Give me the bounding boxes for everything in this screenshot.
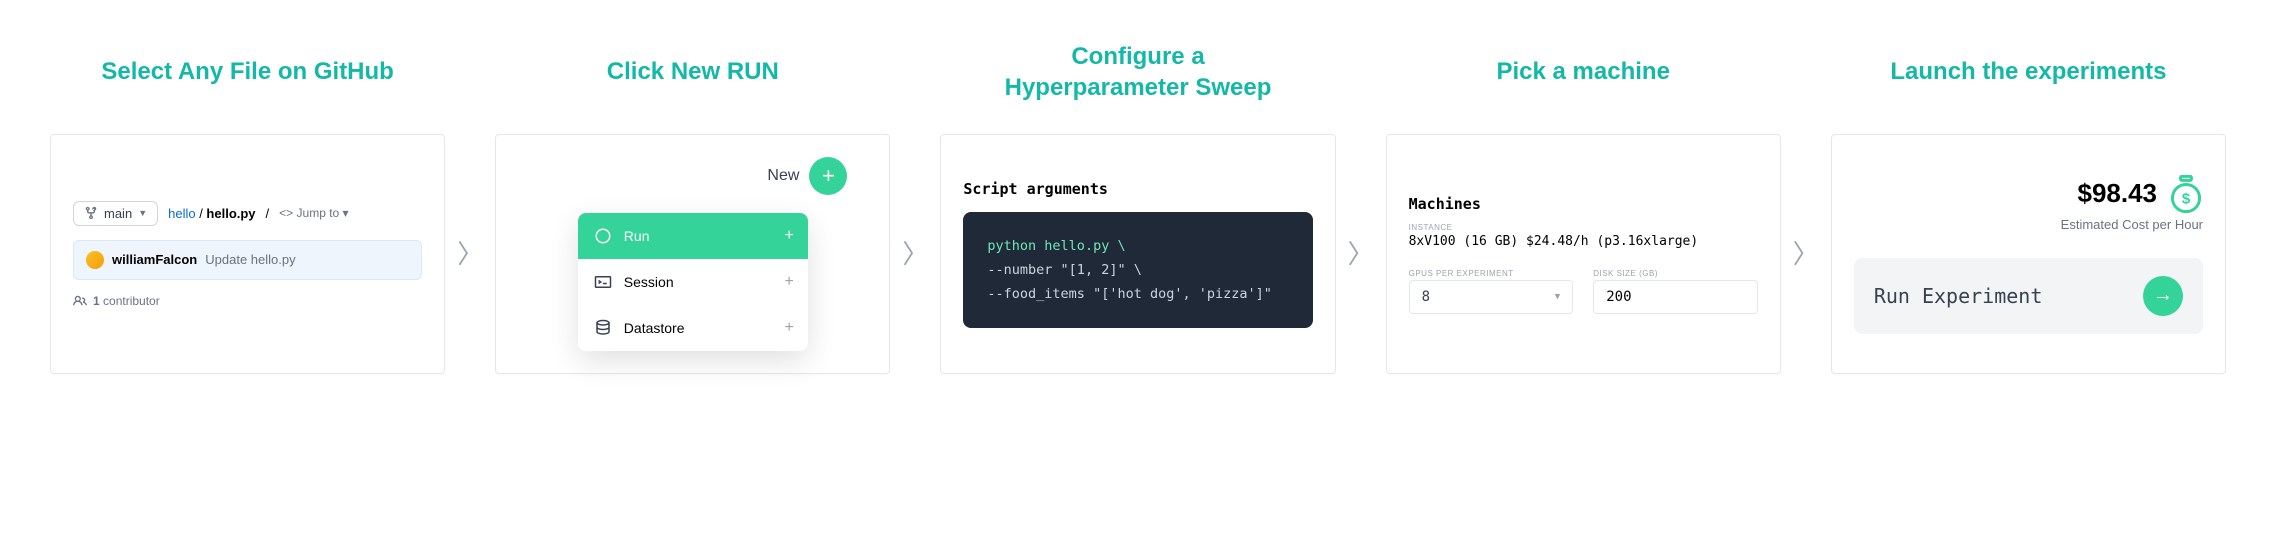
script-card: Script arguments python hello.py \ --num… — [940, 134, 1335, 374]
code-block[interactable]: python hello.py \ --number "[1, 2]" \ --… — [963, 212, 1312, 329]
contributors[interactable]: 1 contributor — [73, 294, 422, 308]
code-line: --number "[1, 2]" \ — [987, 258, 1288, 282]
commit-row[interactable]: williamFalcon Update hello.py — [73, 240, 422, 280]
script-arguments-label: Script arguments — [963, 180, 1312, 198]
instance-field-label: INSTANCE — [1409, 223, 1758, 232]
plus-icon: + — [784, 227, 793, 245]
run-experiment-label: Run Experiment — [1874, 284, 2043, 308]
step-3: Configure a Hyperparameter Sweep Script … — [940, 40, 1335, 374]
commit-message: Update hello.py — [205, 252, 295, 267]
cost-timer-icon: $ — [2169, 175, 2203, 213]
file-path[interactable]: hello / hello.py — [168, 206, 255, 221]
code-line: python hello.py \ — [987, 234, 1288, 258]
menu-item-session[interactable]: Session + — [578, 259, 808, 305]
step-5: Launch the experiments $98.43 $ Estimate… — [1831, 40, 2226, 374]
step-title: Configure a Hyperparameter Sweep — [1005, 40, 1272, 104]
estimated-cost: $98.43 — [2077, 178, 2157, 209]
cost-subtitle: Estimated Cost per Hour — [1854, 217, 2203, 232]
new-button[interactable]: New + — [767, 157, 847, 195]
menu-item-run[interactable]: Run + — [578, 213, 808, 259]
gpus-field-label: GPUS PER EXPERIMENT — [1409, 269, 1574, 278]
chevron-down-icon: ▼ — [138, 208, 147, 218]
step-2: Click New RUN New + Run + Session — [495, 40, 890, 374]
jump-to-link[interactable]: <> Jump to ▾ — [279, 206, 348, 220]
code-line: --food_items "['hot dog', 'pizza']" — [987, 282, 1288, 306]
step-title: Click New RUN — [607, 40, 779, 104]
step-title: Launch the experiments — [1890, 40, 2166, 104]
arrow-icon: 〉 — [1336, 40, 1386, 374]
steps-row: Select Any File on GitHub main ▼ hello /… — [50, 40, 2226, 374]
cost-row: $98.43 $ — [1854, 175, 2203, 213]
step-title: Select Any File on GitHub — [101, 40, 393, 104]
arrow-icon: 〉 — [1781, 40, 1831, 374]
arrow-right-icon: → — [2143, 276, 2183, 316]
session-icon — [594, 273, 612, 291]
new-menu: Run + Session + Datastore + — [578, 213, 808, 351]
launch-card: $98.43 $ Estimated Cost per Hour Run Exp… — [1831, 134, 2226, 374]
datastore-icon — [594, 319, 612, 337]
svg-text:$: $ — [2182, 190, 2191, 207]
menu-item-datastore[interactable]: Datastore + — [578, 305, 808, 351]
arrow-icon: 〉 — [890, 40, 940, 374]
arrow-icon: 〉 — [445, 40, 495, 374]
step-1: Select Any File on GitHub main ▼ hello /… — [50, 40, 445, 374]
step-title: Pick a machine — [1496, 40, 1669, 104]
commit-author: williamFalcon — [112, 252, 197, 267]
machines-card: Machines INSTANCE 8xV100 (16 GB) $24.48/… — [1386, 134, 1781, 374]
run-icon — [594, 227, 612, 245]
plus-icon: + — [784, 273, 793, 291]
github-card: main ▼ hello / hello.py / <> Jump to ▾ w… — [50, 134, 445, 374]
plus-icon: + — [784, 319, 793, 337]
disk-input[interactable]: 200 — [1593, 280, 1758, 314]
menu-item-label: Run — [624, 228, 650, 244]
people-icon — [73, 294, 87, 308]
git-branch-icon — [84, 206, 98, 220]
branch-name: main — [104, 206, 132, 221]
menu-item-label: Session — [624, 274, 674, 290]
branch-selector[interactable]: main ▼ — [73, 201, 158, 226]
new-run-card: New + Run + Session + — [495, 134, 890, 374]
machines-label: Machines — [1409, 195, 1758, 213]
github-header-row: main ▼ hello / hello.py / <> Jump to ▾ — [73, 201, 422, 226]
plus-icon: + — [809, 157, 847, 195]
instance-value[interactable]: 8xV100 (16 GB) $24.48/h (p3.16xlarge) — [1409, 234, 1758, 249]
chevron-down-icon: ▼ — [1555, 292, 1560, 302]
avatar — [86, 251, 104, 269]
menu-item-label: Datastore — [624, 320, 685, 336]
step-4: Pick a machine Machines INSTANCE 8xV100 … — [1386, 40, 1781, 374]
new-label: New — [767, 167, 799, 185]
run-experiment-button[interactable]: Run Experiment → — [1854, 258, 2203, 334]
gpus-select[interactable]: 8 ▼ — [1409, 280, 1574, 314]
disk-field-label: DISK SIZE (GB) — [1593, 269, 1758, 278]
